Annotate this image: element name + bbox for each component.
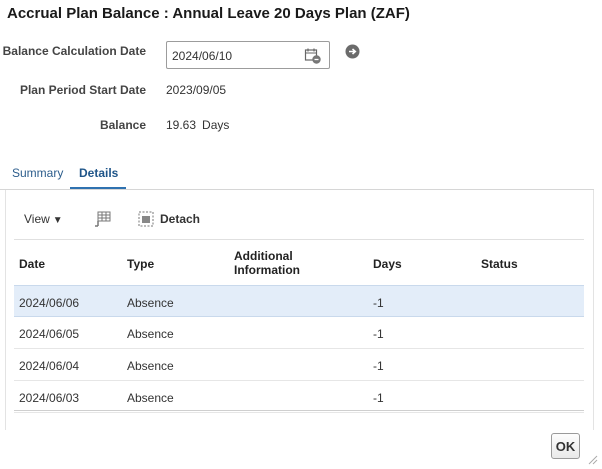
freeze-columns-icon[interactable] (94, 210, 112, 228)
cell-days: -1 (373, 296, 384, 310)
cell-days: -1 (373, 391, 384, 405)
accrual-plan-balance-dialog: Accrual Plan Balance : Annual Leave 20 D… (0, 0, 602, 469)
balance-value-group: 19.63 Days (166, 118, 229, 132)
column-header-additional-line1: Additional (234, 249, 293, 263)
balance-unit: Days (202, 118, 230, 132)
go-arrow-icon[interactable] (345, 44, 360, 59)
detach-label: Detach (160, 212, 201, 226)
table-row[interactable]: 2024/06/03 Absence -1 (14, 381, 584, 413)
cell-type: Absence (127, 359, 174, 373)
plan-period-start-value: 2023/09/05 (166, 83, 227, 97)
resize-grip-icon[interactable] (586, 452, 598, 465)
view-menu-label: View (24, 212, 50, 226)
table-row[interactable]: 2024/06/05 Absence -1 (14, 317, 584, 349)
ok-button[interactable]: OK (551, 433, 580, 459)
balance-value: 19.63 (166, 118, 197, 132)
cell-type: Absence (127, 327, 174, 341)
column-header-days[interactable]: Days (373, 257, 402, 271)
balance-calc-date-label: Balance Calculation Date (2, 44, 146, 58)
column-header-status[interactable]: Status (481, 257, 518, 271)
cell-date: 2024/06/05 (19, 327, 80, 341)
plan-period-start-label: Plan Period Start Date (19, 83, 146, 97)
column-header-additional-information[interactable]: Additional Information (234, 249, 300, 277)
table-bottom-border (14, 410, 584, 411)
balance-calc-date-input[interactable]: 2024/06/10 (166, 41, 330, 69)
cell-type: Absence (127, 391, 174, 405)
table-header: Date Type Additional Information Days St… (14, 239, 584, 285)
calendar-icon[interactable] (304, 47, 322, 65)
cell-days: -1 (373, 359, 384, 373)
caret-down-icon: ▼ (52, 215, 63, 226)
column-header-type[interactable]: Type (127, 257, 154, 271)
view-menu-button[interactable]: View ▼ (24, 212, 63, 226)
cell-days: -1 (373, 327, 384, 341)
table-row[interactable]: 2024/06/04 Absence -1 (14, 349, 584, 381)
detach-icon (138, 211, 154, 227)
column-header-additional-line2: Information (234, 263, 300, 277)
accrual-details-table: Date Type Additional Information Days St… (14, 239, 584, 413)
plan-period-start-row: Plan Period Start Date 2023/09/05 (0, 77, 602, 103)
column-header-date[interactable]: Date (19, 257, 45, 271)
cell-date: 2024/06/04 (19, 359, 80, 373)
balance-calc-date-value[interactable]: 2024/06/10 (172, 49, 232, 63)
balance-label: Balance (99, 118, 146, 132)
table-toolbar: View ▼ Detach (14, 206, 584, 232)
cell-type: Absence (127, 296, 174, 310)
cell-date: 2024/06/03 (19, 391, 80, 405)
cell-date: 2024/06/06 (19, 296, 80, 310)
balance-row: Balance 19.63 Days (0, 112, 602, 138)
table-row[interactable]: 2024/06/06 Absence -1 (14, 285, 584, 317)
dialog-title: Accrual Plan Balance : Annual Leave 20 D… (7, 5, 410, 22)
tab-details[interactable]: Details (79, 166, 118, 180)
tab-bar: Summary Details (0, 162, 602, 190)
tab-summary[interactable]: Summary (12, 166, 63, 180)
